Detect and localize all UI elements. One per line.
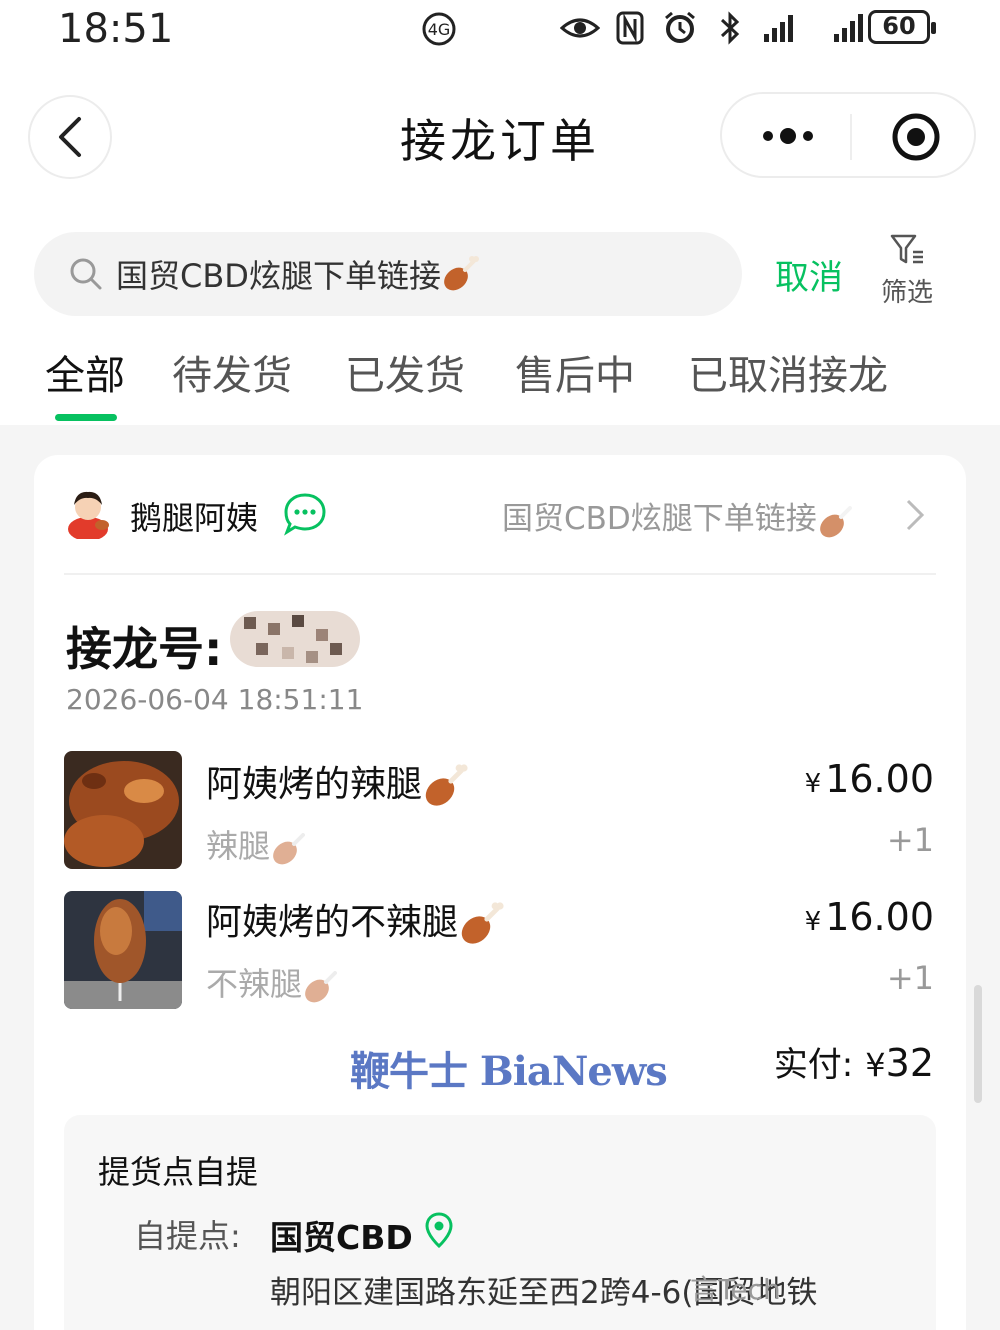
drumstick-icon	[305, 971, 338, 1003]
status-time: 18:51	[58, 6, 174, 52]
drumstick-icon	[444, 256, 479, 291]
cancel-button[interactable]: 取消	[775, 250, 843, 299]
product-name-text: 阿姨烤的不辣腿	[206, 902, 459, 943]
product-image[interactable]	[64, 891, 182, 1009]
paid-total: 实付: ¥32	[774, 1037, 934, 1086]
target-icon[interactable]	[890, 111, 942, 163]
tab-all[interactable]: 全部	[45, 343, 125, 401]
paid-amount: 32	[885, 1041, 934, 1085]
search-query: 国贸CBD炫腿下单链接	[116, 257, 441, 295]
tab-shipped[interactable]: 已发货	[345, 343, 465, 401]
pickup-point-label: 自提点:	[134, 1217, 241, 1255]
price-value: 16.00	[825, 757, 934, 801]
product-name: 阿姨烤的不辣腿	[206, 893, 506, 948]
filter-button[interactable]: 筛选	[872, 232, 942, 309]
redacted-order-number	[230, 611, 360, 667]
signal-icon	[834, 14, 863, 42]
filter-label: 筛选	[880, 278, 933, 308]
data-saver-icon: 4G	[422, 12, 456, 46]
product-name: 阿姨烤的辣腿	[206, 755, 470, 810]
drumstick-icon	[425, 764, 468, 806]
product-price: ¥16.00	[805, 895, 934, 939]
mini-program-capsule	[720, 92, 976, 178]
status-icons	[560, 8, 866, 48]
pickup-point-name: 国贸CBD	[270, 1218, 413, 1257]
pickup-title: 提货点自提	[98, 1153, 259, 1191]
order-time: 2026-06-04 18:51:11	[66, 683, 364, 716]
price-value: 16.00	[825, 895, 934, 939]
product-image[interactable]	[64, 751, 182, 869]
product-price: ¥16.00	[805, 757, 934, 801]
search-icon	[70, 258, 102, 290]
search-input[interactable]: 国贸CBD炫腿下单链接	[34, 232, 742, 316]
more-dots-icon[interactable]	[758, 116, 818, 156]
bluetooth-icon	[720, 11, 740, 45]
tab-cancelled[interactable]: 已取消接龙	[688, 343, 888, 401]
eye-icon	[560, 18, 600, 38]
battery-indicator: 60	[868, 10, 936, 44]
tab-pending-shipment[interactable]: 待发货	[172, 343, 292, 401]
pickup-section: 提货点自提 自提点: 国贸CBD 朝阳区建国路东延至西2跨4-6(国贸地铁	[64, 1115, 936, 1330]
signal-icon	[764, 15, 793, 42]
order-number-label: 接龙号:	[66, 622, 223, 676]
drumstick-icon	[819, 505, 852, 537]
product-spec-text: 不辣腿	[206, 965, 303, 1003]
chain-link[interactable]: 国贸CBD炫腿下单链接	[502, 493, 857, 541]
product-spec: 辣腿	[206, 821, 310, 868]
svg-text:4G: 4G	[428, 20, 451, 39]
scrollbar[interactable]	[974, 985, 982, 1103]
location-pin-icon[interactable]	[424, 1211, 454, 1249]
order-card[interactable]: 鹅腿阿姨 国贸CBD炫腿下单链接 接龙号: 2026-06-04 18:51:1…	[34, 455, 966, 1330]
chat-icon[interactable]	[282, 491, 328, 537]
drumstick-icon	[273, 833, 306, 865]
currency-symbol: ¥	[804, 907, 822, 937]
product-spec-text: 辣腿	[206, 827, 271, 865]
shop-avatar	[68, 491, 109, 539]
drumstick-icon	[461, 902, 504, 944]
corner-watermark: 言Tech	[690, 1273, 781, 1306]
nfc-icon	[616, 11, 644, 45]
paid-label: 实付:	[773, 1045, 854, 1085]
watermark: 鞭牛士 BiaNews	[350, 1048, 668, 1095]
tab-after-sales[interactable]: 售后中	[515, 343, 635, 401]
product-name-text: 阿姨烤的辣腿	[206, 764, 423, 805]
filter-icon	[890, 234, 923, 264]
product-spec: 不辣腿	[206, 959, 342, 1006]
divider	[64, 573, 936, 575]
chevron-right-icon	[906, 499, 925, 531]
alarm-icon	[665, 11, 695, 43]
chain-link-text: 国贸CBD炫腿下单链接	[502, 501, 817, 537]
capsule-divider	[850, 114, 852, 160]
currency-symbol: ¥	[865, 1046, 886, 1084]
product-quantity: +1	[886, 959, 934, 997]
product-quantity: +1	[886, 821, 934, 859]
active-tab-indicator	[55, 414, 117, 421]
currency-symbol: ¥	[804, 769, 822, 799]
shop-name: 鹅腿阿姨	[130, 499, 259, 537]
